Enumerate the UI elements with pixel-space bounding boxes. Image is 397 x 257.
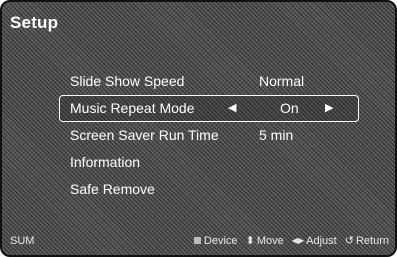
hint-label: Return	[355, 235, 389, 247]
key-hints: Device ⬍ Move ◀▶ Adjust ↺ Return	[189, 233, 389, 249]
setup-menu: Slide Show Speed Normal Music Repeat Mod…	[59, 68, 359, 203]
hint-adjust: ◀▶ Adjust	[292, 233, 337, 249]
page-title: Setup	[10, 13, 59, 32]
menu-item-label: Information	[70, 154, 141, 170]
square-icon	[193, 237, 201, 244]
left-right-arrow-icon: ◀▶	[291, 236, 305, 245]
menu-item-label: Music Repeat Mode	[70, 100, 195, 116]
menu-item-music-repeat-mode[interactable]: Music Repeat Mode ◀ On ▶	[59, 95, 359, 122]
return-icon: ↺	[344, 235, 354, 247]
hint-label: Move	[256, 235, 284, 247]
hint-device: Device	[193, 233, 238, 249]
hint-move: ⬍ Move	[246, 233, 284, 249]
up-down-arrow-icon: ⬍	[245, 235, 255, 247]
menu-item-label: Safe Remove	[70, 181, 155, 197]
menu-item-value: 5 min	[259, 127, 294, 143]
menu-item-slide-show-speed[interactable]: Slide Show Speed Normal	[59, 68, 359, 95]
menu-item-value: Normal	[259, 73, 305, 89]
tv-screen: Setup Slide Show Speed Normal Music Repe…	[0, 0, 397, 257]
menu-item-label: Slide Show Speed	[70, 73, 185, 89]
footer-bar: SUM Device ⬍ Move ◀▶ Adjust ↺ Return	[10, 233, 389, 249]
menu-item-information[interactable]: Information	[59, 149, 359, 176]
hint-label: Adjust	[306, 235, 337, 247]
hint-label: Device	[203, 235, 238, 247]
menu-item-value: On	[280, 100, 299, 116]
hint-return: ↺ Return	[345, 233, 389, 249]
menu-item-label: Screen Saver Run Time	[70, 127, 219, 143]
source-label: SUM	[10, 235, 35, 247]
triangle-left-icon[interactable]: ◀	[228, 95, 236, 122]
menu-item-safe-remove[interactable]: Safe Remove	[59, 176, 359, 203]
menu-item-screen-saver-run-time[interactable]: Screen Saver Run Time 5 min	[59, 122, 359, 149]
triangle-right-icon[interactable]: ▶	[325, 95, 333, 122]
